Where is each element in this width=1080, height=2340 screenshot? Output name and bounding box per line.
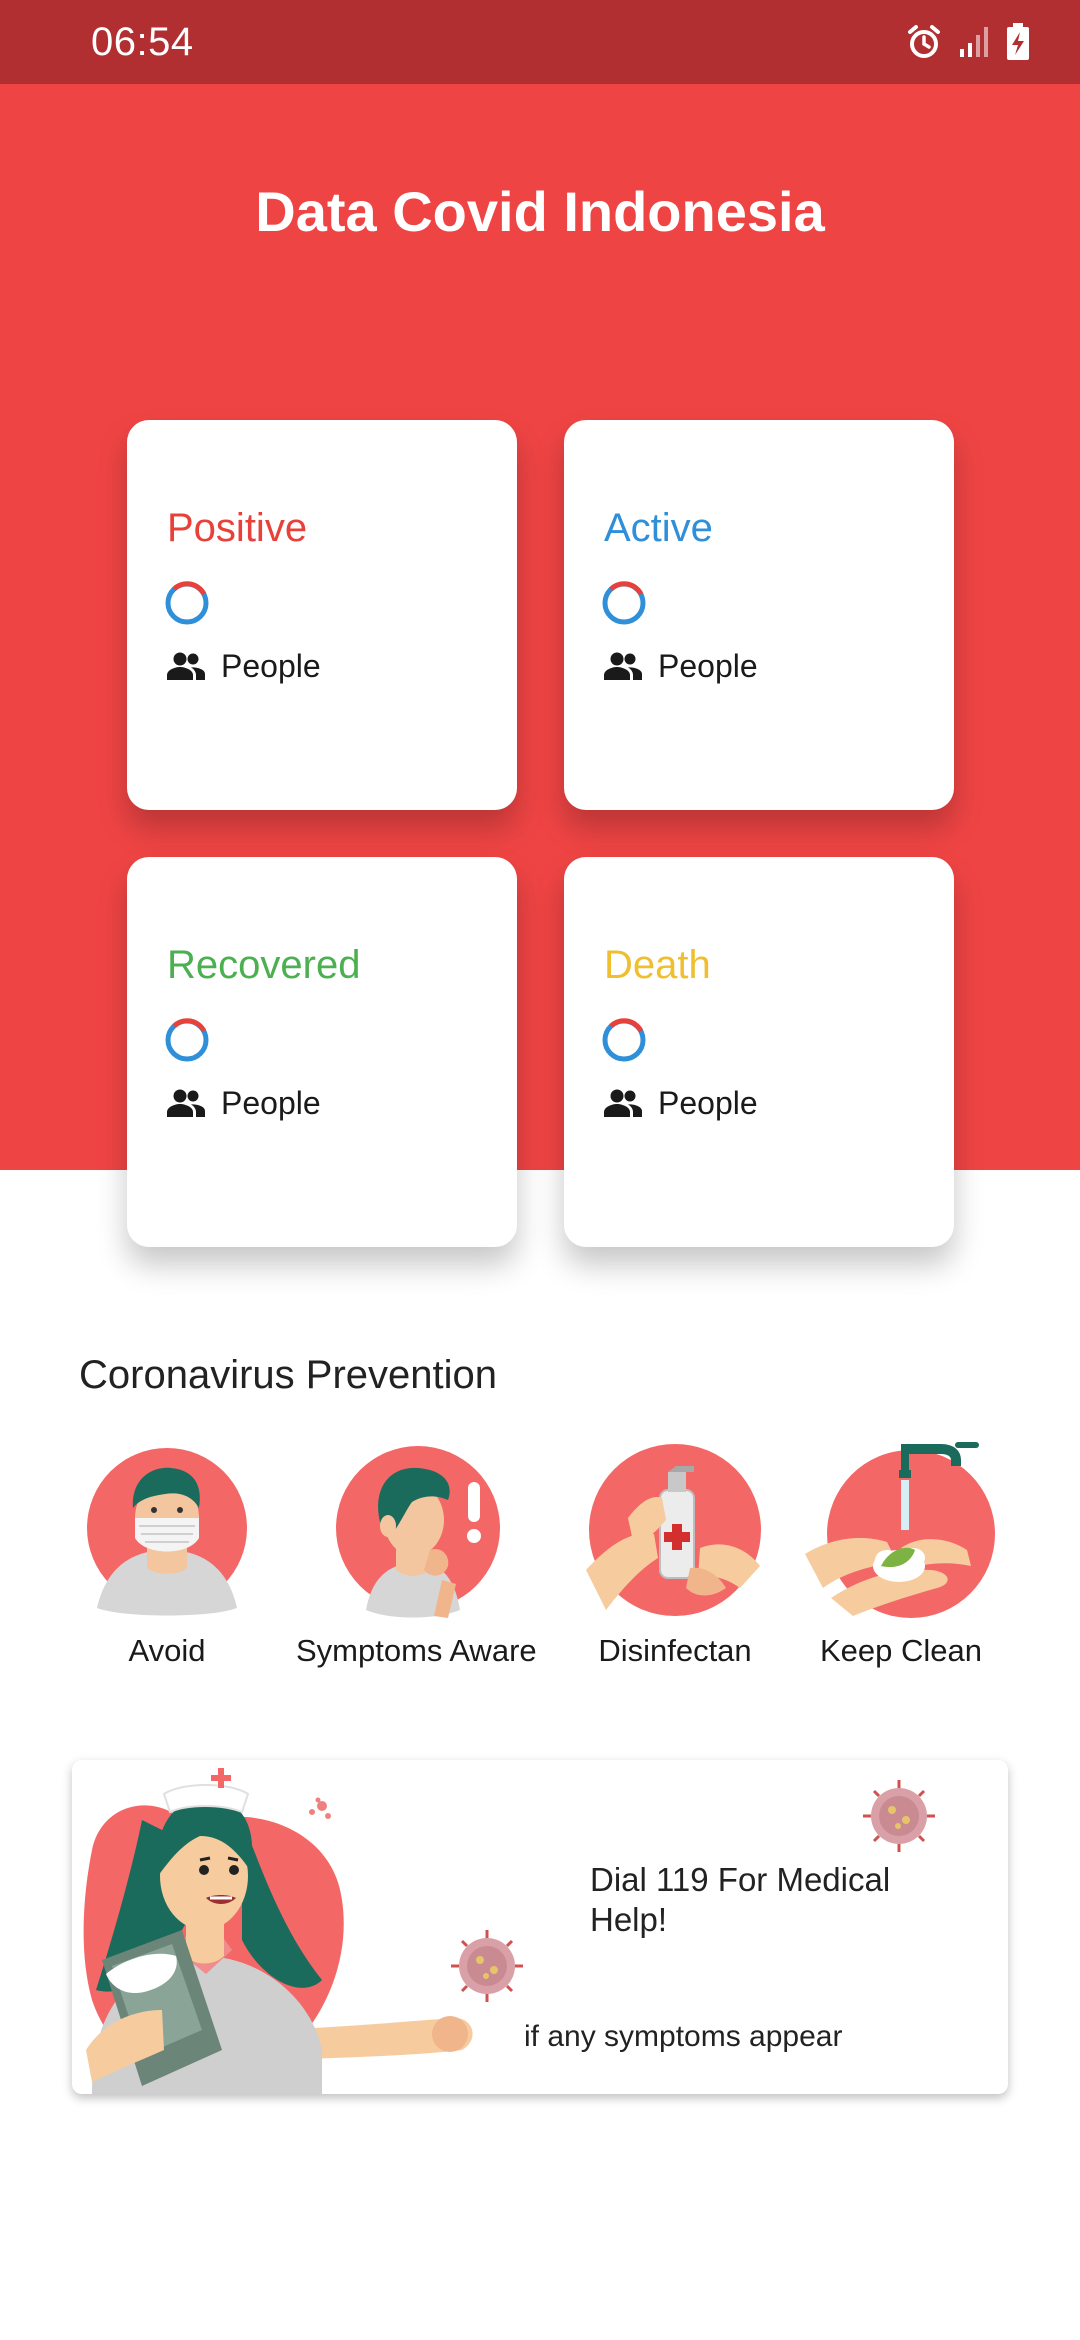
loading-spinner-icon bbox=[165, 1018, 209, 1062]
app-screen: 06:54 Data Covid Indonesia Positive Peop… bbox=[0, 0, 1080, 2340]
people-unit-label: People bbox=[658, 648, 758, 684]
hand-washing-icon bbox=[805, 1442, 995, 1618]
people-count: People bbox=[167, 1083, 321, 1123]
stat-card-label: Recovered bbox=[167, 943, 361, 987]
prevention-item-label: Keep Clean bbox=[819, 1633, 982, 1668]
page-title: Data Covid Indonesia bbox=[255, 180, 825, 243]
people-icon bbox=[604, 1089, 642, 1117]
stat-card-positive[interactable]: Positive People bbox=[127, 420, 517, 810]
status-icons bbox=[906, 20, 1030, 64]
people-count: People bbox=[604, 646, 758, 686]
medical-help-banner[interactable]: Dial 119 For Medical Help! if any sympto… bbox=[72, 1760, 1008, 2094]
loading-spinner-icon bbox=[602, 1018, 646, 1062]
prevention-item-disinfectan[interactable]: Disinfectan bbox=[555, 1438, 795, 1668]
prevention-item-avoid[interactable]: Avoid bbox=[47, 1438, 287, 1668]
signal-icon bbox=[958, 25, 990, 59]
battery-charging-icon bbox=[1006, 23, 1030, 61]
loading-spinner-icon bbox=[602, 581, 646, 625]
people-count: People bbox=[604, 1083, 758, 1123]
prevention-item-label: Avoid bbox=[128, 1633, 206, 1668]
status-time: 06:54 bbox=[91, 20, 194, 64]
prevention-item-keep-clean[interactable]: Keep Clean bbox=[781, 1438, 1021, 1668]
people-unit-label: People bbox=[221, 648, 321, 684]
people-unit-label: People bbox=[221, 1085, 321, 1121]
virus-icon bbox=[451, 1930, 523, 2002]
virus-icon bbox=[863, 1780, 935, 1852]
stat-card-label: Positive bbox=[167, 506, 308, 550]
coughing-person-icon bbox=[336, 1446, 500, 1618]
people-unit-label: People bbox=[658, 1085, 758, 1121]
stat-card-recovered[interactable]: Recovered People bbox=[127, 857, 517, 1247]
stat-card-death[interactable]: Death People bbox=[564, 857, 954, 1247]
stat-card-label: Death bbox=[604, 943, 711, 987]
loading-spinner-icon bbox=[165, 581, 209, 625]
people-count: People bbox=[167, 646, 321, 686]
prevention-item-symptoms-aware[interactable]: Symptoms Aware bbox=[296, 1438, 537, 1668]
banner-title: Dial 119 For Medical Help! bbox=[590, 1861, 891, 1938]
people-icon bbox=[167, 1089, 205, 1117]
mask-person-icon bbox=[87, 1448, 247, 1616]
stat-card-active[interactable]: Active People bbox=[564, 420, 954, 810]
stat-card-label: Active bbox=[604, 506, 713, 550]
people-icon bbox=[604, 652, 642, 680]
prevention-item-label: Disinfectan bbox=[598, 1633, 752, 1668]
alarm-icon bbox=[906, 24, 942, 60]
people-icon bbox=[167, 652, 205, 680]
prevention-item-label: Symptoms Aware bbox=[296, 1633, 537, 1668]
prevention-section-title: Coronavirus Prevention bbox=[79, 1353, 497, 1397]
banner-subtitle: if any symptoms appear bbox=[524, 2020, 843, 2053]
status-bar: 06:54 bbox=[0, 0, 1080, 84]
hand-sanitizer-icon bbox=[586, 1444, 761, 1616]
